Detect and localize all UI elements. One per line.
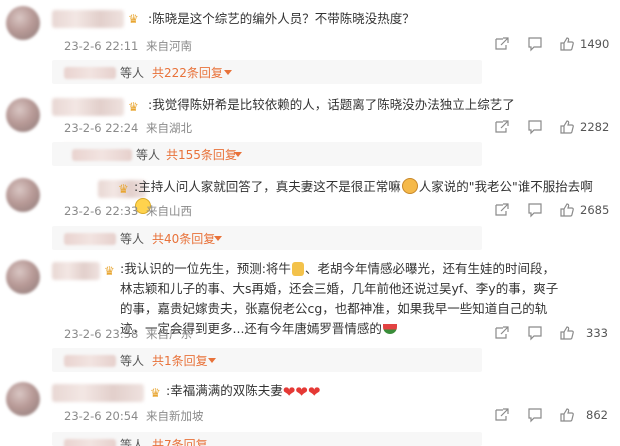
like-count: 1490: [580, 37, 610, 51]
thumbs-up-icon[interactable]: [559, 36, 575, 52]
like-count: 2282: [580, 120, 610, 134]
reply-count[interactable]: 共7条回复: [152, 436, 208, 446]
thumbs-up-icon[interactable]: [559, 202, 575, 218]
reply-who: 等人: [136, 148, 161, 162]
share-icon[interactable]: [494, 325, 510, 341]
reply-who: 等人: [120, 66, 145, 80]
comment-icon[interactable]: [527, 119, 543, 135]
crown-badge-icon: ♛: [150, 386, 161, 400]
share-icon[interactable]: [494, 36, 510, 52]
comment-text: :幸福满满的双陈夫妻❤❤❤: [166, 381, 466, 401]
red-heart-icon: ❤: [295, 383, 308, 401]
share-icon[interactable]: [494, 202, 510, 218]
comment-icon[interactable]: [527, 36, 543, 52]
thumbs-up-icon[interactable]: [559, 119, 575, 135]
avatar[interactable]: [6, 260, 40, 294]
reply-who: 等人: [120, 438, 145, 446]
reply-count[interactable]: 共1条回复: [152, 352, 208, 369]
caret-down-icon: [234, 152, 242, 157]
reply-summary[interactable]: 等人 共1条回复: [52, 348, 482, 372]
share-icon[interactable]: [494, 119, 510, 135]
crown-badge-icon: ♛: [104, 264, 115, 278]
thumbs-up-icon[interactable]: [559, 325, 575, 341]
avatar[interactable]: [6, 6, 40, 40]
comment-text-part: :主持人问人家就回答了，真夫妻这不是很正常嘛: [134, 179, 401, 194]
red-heart-icon: ❤: [307, 383, 321, 401]
reply-count[interactable]: 共155条回复: [166, 146, 237, 163]
reply-summary[interactable]: 等人 共7条回复: [52, 432, 482, 446]
share-icon[interactable]: [494, 407, 510, 423]
reply-avatars-blurred: [64, 233, 116, 245]
crown-badge-icon: ♛: [118, 182, 129, 196]
reply-avatars-blurred: [64, 355, 116, 367]
beer-emoji-icon: [291, 262, 304, 276]
comment-icon[interactable]: [527, 325, 543, 341]
comment-text-part: 人家说的"我老公"谁不服抬去啊: [418, 179, 593, 194]
reply-avatars-blurred: [64, 67, 116, 79]
comment-actions: 1490: [0, 36, 620, 52]
comment-actions: 333: [0, 325, 620, 341]
like-count: 2685: [580, 203, 610, 217]
comment-icon[interactable]: [527, 407, 543, 423]
comment-text: :我觉得陈妍希是比较依赖的人，话题离了陈晓没办法独立上综艺了: [148, 97, 515, 112]
caret-down-icon: [208, 358, 216, 363]
comment-text-part: :幸福满满的双陈夫妻: [166, 383, 283, 398]
reply-summary[interactable]: 等人 共40条回复: [52, 226, 482, 250]
comment-actions: 2282: [0, 119, 620, 135]
reply-who: 等人: [120, 232, 145, 246]
reply-count[interactable]: 共40条回复: [152, 230, 215, 247]
red-heart-icon: ❤: [282, 383, 296, 401]
reply-count[interactable]: 共222条回复: [152, 64, 223, 81]
username-blurred[interactable]: [52, 10, 124, 28]
fox-emoji-icon: [401, 178, 418, 194]
username-blurred[interactable]: [52, 262, 100, 280]
comment-actions: 862: [0, 407, 620, 423]
comment-icon[interactable]: [527, 202, 543, 218]
reply-avatars-blurred: [72, 149, 132, 161]
comment-text: :陈晓是这个综艺的编外人员？不带陈晓没热度？: [148, 11, 415, 26]
crown-badge-icon: ♛: [128, 12, 139, 26]
username-blurred[interactable]: [52, 384, 144, 402]
reply-who: 等人: [120, 354, 145, 368]
username-blurred[interactable]: [52, 98, 124, 116]
thumbs-up-icon[interactable]: [559, 407, 575, 423]
comment-text-part: :我认识的一位先生，预测:将牛: [120, 261, 291, 276]
caret-down-icon: [214, 236, 222, 241]
reply-summary[interactable]: 等人 共222条回复: [52, 60, 482, 84]
like-count: 862: [586, 408, 608, 422]
comment-actions: 2685: [0, 202, 620, 218]
caret-down-icon: [224, 70, 232, 75]
crown-badge-icon: ♛: [128, 100, 139, 114]
like-count: 333: [586, 326, 608, 340]
reply-summary[interactable]: 等人 共155条回复: [52, 142, 482, 166]
